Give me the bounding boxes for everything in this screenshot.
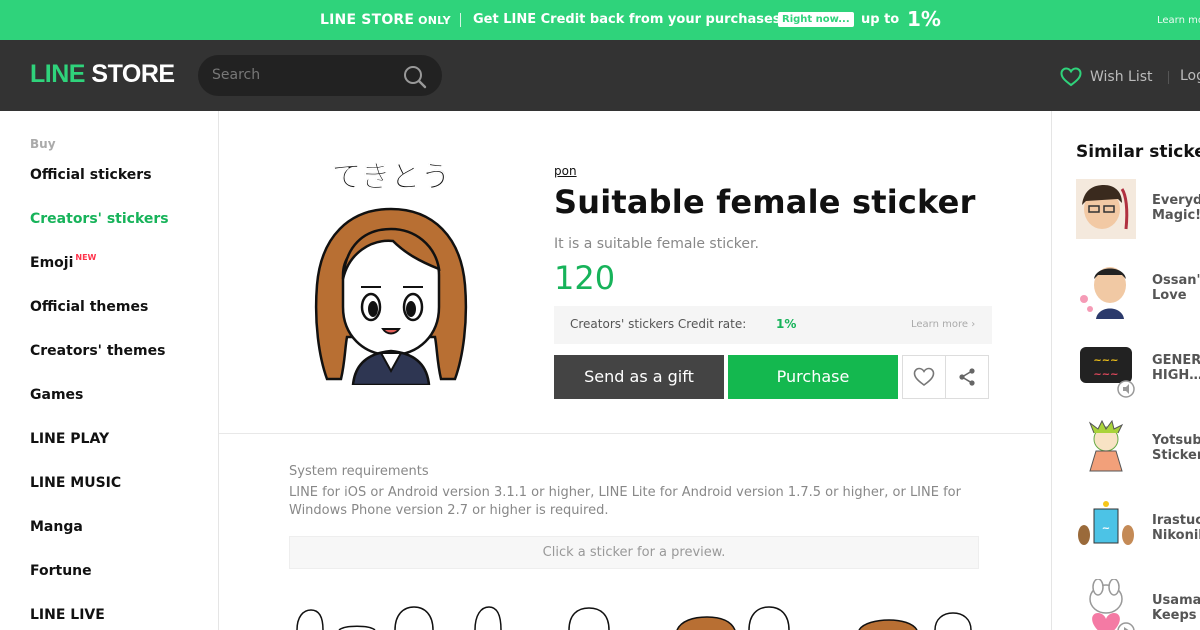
new-badge: NEW	[75, 253, 97, 262]
promo-learn-more-link[interactable]: Learn more	[1157, 15, 1200, 26]
purchase-button[interactable]: Purchase	[728, 355, 898, 399]
similar-thumb	[1076, 579, 1136, 630]
search-input[interactable]	[212, 65, 402, 85]
product-price: 120	[554, 259, 616, 297]
similar-item-name: Yotsub Sticker	[1152, 433, 1200, 463]
similar-item[interactable]: Usama Keeps	[1076, 579, 1200, 630]
nav-item-official-themes[interactable]: Official themes	[30, 299, 148, 315]
share-icon	[959, 368, 975, 386]
system-requirements-heading: System requirements	[289, 464, 429, 479]
similar-thumb: ~	[1076, 499, 1136, 559]
similar-item-name: Ossan' Love	[1152, 273, 1200, 303]
promo-brand: LINE STORE ONLY	[320, 12, 451, 28]
similar-stickers-panel: Similar stickers EverydMagic! Ossan'Love…	[1051, 111, 1200, 630]
nav-item-official-stickers[interactable]: Official stickers	[30, 167, 152, 183]
similar-thumb	[1076, 179, 1136, 239]
wish-list-link[interactable]: Wish List	[1060, 67, 1153, 87]
add-to-wishlist-button[interactable]	[902, 355, 946, 399]
credit-rate-box: Creators' stickers Credit rate: 1% Learn…	[554, 306, 992, 344]
promo-message: Get LINE Credit back from your purchases…	[473, 12, 787, 27]
send-gift-button[interactable]: Send as a gift	[554, 355, 724, 399]
promo-only: ONLY	[418, 14, 451, 27]
category-nav: Buy Official stickers Creators' stickers…	[0, 111, 219, 630]
credit-rate-value: 1%	[776, 317, 797, 331]
search-icon[interactable]	[403, 65, 427, 89]
similar-item[interactable]: Yotsub Sticker	[1076, 419, 1200, 481]
promo-up-to: up to	[861, 12, 900, 27]
login-link[interactable]: Log	[1180, 68, 1200, 84]
author-link[interactable]: pon	[554, 164, 577, 178]
line-store-logo[interactable]: LINE STORE	[30, 60, 175, 89]
logo-line-text: LINE	[30, 60, 85, 88]
similar-item[interactable]: ~ Irastuc Nikonil	[1076, 499, 1200, 561]
sticker-thumbnail-strip[interactable]	[289, 605, 989, 630]
section-divider	[219, 433, 1051, 434]
logo-store-text: STORE	[91, 60, 175, 88]
heart-icon	[1060, 67, 1082, 87]
svg-text:~~~: ~~~	[1093, 369, 1118, 380]
product-title: Suitable female sticker	[554, 183, 976, 221]
site-header: LINE STORE Wish List Log	[0, 40, 1200, 111]
chevron-right-icon: ›	[971, 319, 976, 330]
similar-thumb: ~~~ ~~~	[1076, 339, 1136, 399]
credit-rate-label: Creators' stickers Credit rate:	[570, 317, 747, 331]
similar-item[interactable]: ~~~ ~~~ GENER HIGH…	[1076, 339, 1200, 401]
nav-item-emoji-label: Emoji	[30, 255, 74, 271]
heart-outline-icon	[913, 367, 935, 386]
sticker-main-image[interactable]: てきとう	[301, 157, 481, 385]
similar-item-name: Everyd Magic!	[1152, 193, 1200, 223]
sticker-thumb-4	[676, 606, 790, 630]
nav-item-manga[interactable]: Manga	[30, 519, 83, 535]
sticker-thumb-1	[296, 606, 434, 630]
preview-hint: Click a sticker for a preview.	[289, 536, 979, 569]
nav-item-creators-themes[interactable]: Creators' themes	[30, 343, 165, 359]
similar-item[interactable]: Everyd Magic!	[1076, 179, 1200, 241]
similar-stickers-title: Similar stickers	[1076, 142, 1200, 162]
promo-divider	[460, 13, 461, 27]
promo-banner[interactable]: LINE STORE ONLY Get LINE Credit back from…	[0, 0, 1200, 40]
similar-item-name: Usama Keeps	[1152, 593, 1200, 623]
nav-item-line-play[interactable]: LINE PLAY	[30, 431, 109, 447]
sticker-thumb-3	[568, 607, 610, 630]
product-detail: てきとう pon Suitable female sticker It is a…	[219, 111, 1051, 630]
similar-item-name: GENER HIGH…	[1152, 353, 1200, 383]
similar-thumb	[1076, 419, 1136, 479]
share-button[interactable]	[945, 355, 989, 399]
promo-rate: 1%	[907, 7, 941, 31]
system-requirements-text: LINE for iOS or Android version 3.1.1 or…	[289, 485, 961, 518]
sticker-thumb-5	[858, 612, 972, 630]
nav-heading: Buy	[30, 137, 56, 151]
similar-item[interactable]: Ossan' Love	[1076, 259, 1200, 321]
credit-learn-more-link[interactable]: Learn more ›	[911, 319, 975, 330]
similar-thumb	[1076, 259, 1136, 319]
credit-learn-more-label: Learn more	[911, 319, 969, 330]
search-box[interactable]	[198, 55, 442, 96]
nav-item-fortune[interactable]: Fortune	[30, 563, 92, 579]
product-description: It is a suitable female sticker.	[554, 236, 759, 252]
similar-item-name: Irastuc Nikonil	[1152, 513, 1200, 543]
promo-badge: Right now...	[778, 12, 854, 27]
svg-text:~~~: ~~~	[1093, 355, 1118, 366]
wish-list-label: Wish List	[1090, 69, 1153, 85]
sticker-thumb-2	[474, 606, 502, 630]
nav-item-games[interactable]: Games	[30, 387, 83, 403]
sticker-caption-text: てきとう	[331, 160, 450, 195]
nav-item-line-live[interactable]: LINE LIVE	[30, 607, 105, 623]
header-divider	[1168, 71, 1169, 84]
nav-item-emoji[interactable]: Emoji NEW	[30, 253, 97, 271]
nav-item-line-music[interactable]: LINE MUSIC	[30, 475, 121, 491]
nav-item-creators-stickers[interactable]: Creators' stickers	[30, 211, 169, 227]
svg-text:~: ~	[1102, 523, 1110, 534]
